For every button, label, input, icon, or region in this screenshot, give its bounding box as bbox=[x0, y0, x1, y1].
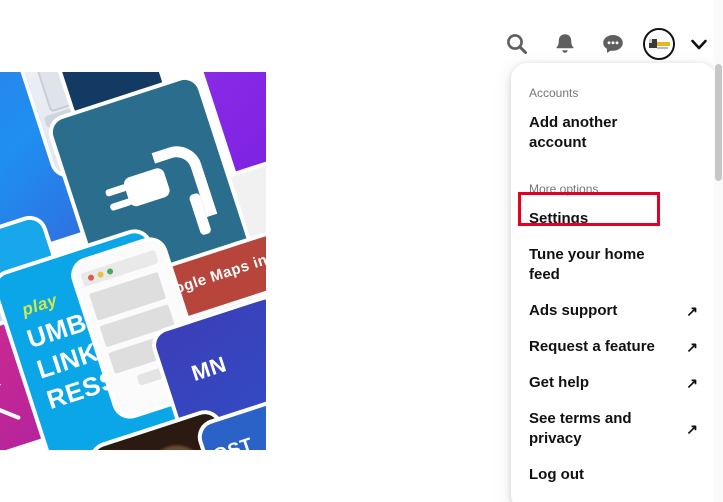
pin-collage: OST d Google Maps in play U bbox=[0, 72, 266, 450]
chevron-down-icon[interactable] bbox=[686, 31, 712, 57]
app-root: OST d Google Maps in play U bbox=[0, 0, 723, 502]
page-scrollbar-track[interactable] bbox=[714, 0, 723, 502]
magnifier-circle-shape bbox=[0, 378, 5, 432]
menu-item-see-terms-and-privacy[interactable]: See terms and privacy ↗ bbox=[511, 401, 716, 457]
external-link-icon: ↗ bbox=[686, 339, 698, 355]
menu-item-get-help[interactable]: Get help ↗ bbox=[511, 365, 716, 401]
menu-item-label: Log out bbox=[529, 466, 584, 483]
menu-item-request-a-feature[interactable]: Request a feature ↗ bbox=[511, 329, 716, 365]
menu-item-ads-support[interactable]: Ads support ↗ bbox=[511, 293, 716, 329]
avatar-shape-yellow bbox=[657, 42, 670, 46]
page-scrollbar-thumb[interactable] bbox=[715, 64, 722, 181]
menu-item-label: See terms and privacy bbox=[529, 410, 632, 447]
menu-item-label: Ads support bbox=[529, 302, 618, 319]
menu-section-label-more-options: More options bbox=[529, 182, 599, 196]
magnifier-slash-shape bbox=[0, 382, 1, 430]
avatar-shape-light bbox=[649, 39, 652, 43]
bell-icon[interactable] bbox=[550, 29, 580, 59]
search-icon[interactable] bbox=[502, 29, 532, 59]
magnifier-handle-shape bbox=[0, 406, 22, 421]
menu-item-label: Get help bbox=[529, 374, 590, 391]
menu-item-tune-your-home-feed[interactable]: Tune your home feed bbox=[511, 237, 716, 293]
menu-item-add-another-account[interactable]: Add another account bbox=[511, 105, 716, 161]
collage-card-text: MN bbox=[188, 351, 230, 386]
menu-item-label: Tune your home feed bbox=[529, 246, 645, 283]
avatar-shape-grey bbox=[657, 47, 668, 49]
avatar[interactable] bbox=[643, 28, 675, 60]
account-dropdown-menu: Accounts Add another account More option… bbox=[511, 63, 716, 502]
plug-pin-shape bbox=[104, 183, 128, 198]
menu-item-label: Add another account bbox=[529, 114, 618, 151]
plug-pin-shape bbox=[109, 197, 133, 212]
collage-card-text: OST bbox=[211, 434, 256, 450]
menu-section-label-accounts: Accounts bbox=[529, 86, 579, 100]
top-navigation-bar bbox=[0, 0, 723, 72]
avatar-ring bbox=[643, 28, 675, 60]
menu-item-label: Settings bbox=[529, 210, 589, 227]
external-link-icon: ↗ bbox=[686, 303, 698, 319]
menu-item-settings[interactable]: Settings bbox=[511, 201, 716, 237]
menu-item-label: Request a feature bbox=[529, 338, 655, 355]
external-link-icon: ↗ bbox=[686, 421, 698, 437]
external-link-icon: ↗ bbox=[686, 375, 698, 391]
avatar-image bbox=[645, 30, 673, 58]
chat-icon[interactable] bbox=[598, 29, 628, 59]
menu-item-log-out[interactable]: Log out bbox=[511, 457, 716, 493]
